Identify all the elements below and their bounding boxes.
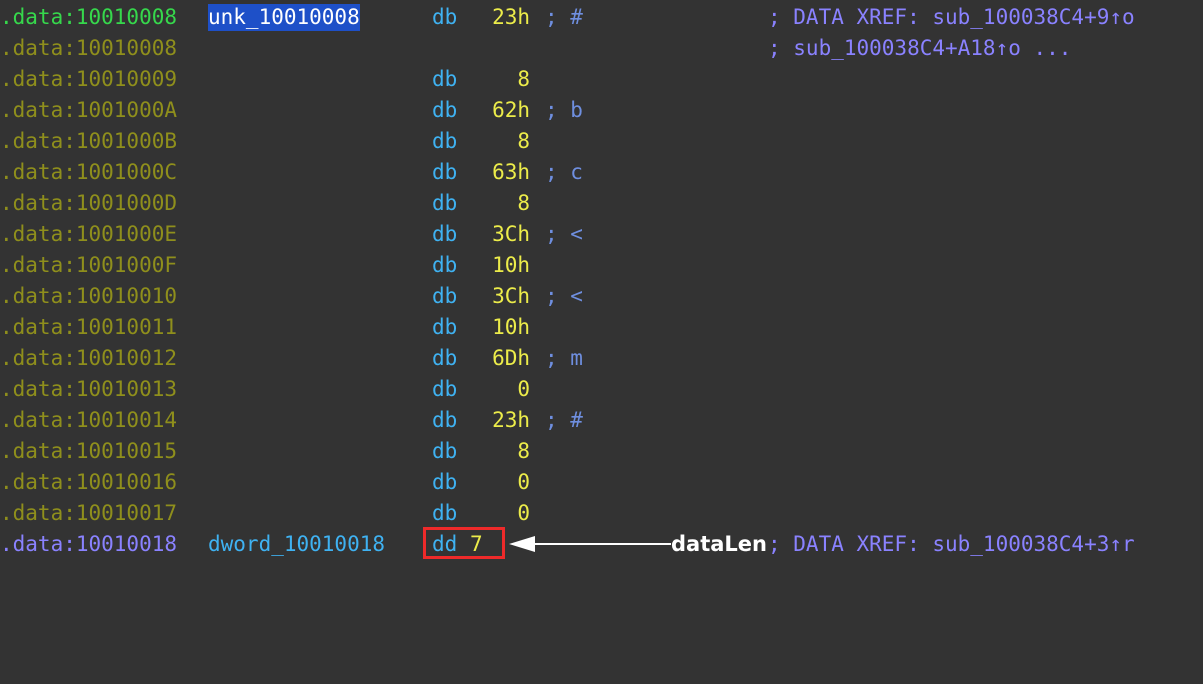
operand[interactable]: 8 — [460, 436, 530, 467]
address: .data:1001000C — [0, 160, 178, 184]
mnemonic: db — [432, 377, 458, 401]
operand[interactable]: 8 — [460, 126, 530, 157]
listing-row[interactable]: .data:10010009 db 8 — [0, 64, 1203, 95]
listing-row[interactable]: .data:10010010 db 3Ch ; < — [0, 281, 1203, 312]
address: .data:10010018 — [0, 532, 178, 556]
address: .data:10010013 — [0, 377, 178, 401]
address: .data:10010008 — [0, 5, 178, 29]
address: .data:10010008 — [0, 36, 178, 60]
mnemonic: db — [432, 222, 458, 246]
address: .data:1001000E — [0, 222, 178, 246]
highlight-box — [423, 527, 505, 559]
mnemonic: db — [432, 439, 458, 463]
listing-row[interactable]: .data:10010008 unk_10010008 db 23h ; # ;… — [0, 2, 1203, 33]
listing-row[interactable]: .data:1001000D db 8 — [0, 188, 1203, 219]
listing-row[interactable]: .data:1001000F db 10h — [0, 250, 1203, 281]
listing-row[interactable]: .data:10010013 db 0 — [0, 374, 1203, 405]
operand[interactable]: 6Dh — [460, 343, 530, 374]
address: .data:1001000A — [0, 98, 178, 122]
listing-row[interactable]: .data:10010008 ; sub_100038C4+A18↑o ... — [0, 33, 1203, 64]
mnemonic: db — [432, 408, 458, 432]
address: .data:10010015 — [0, 439, 178, 463]
listing-row[interactable]: .data:1001000A db 62h ; b — [0, 95, 1203, 126]
mnemonic: db — [432, 501, 458, 525]
operand[interactable]: 23h — [460, 405, 530, 436]
address: .data:10010014 — [0, 408, 178, 432]
comment: ; b — [545, 98, 583, 122]
listing-row[interactable]: .data:1001000E db 3Ch ; < — [0, 219, 1203, 250]
address: .data:1001000D — [0, 191, 178, 215]
address: .data:1001000F — [0, 253, 178, 277]
operand[interactable]: 8 — [460, 64, 530, 95]
xref-comment[interactable]: ; DATA XREF: sub_100038C4+3↑r — [768, 529, 1135, 560]
address: .data:10010009 — [0, 67, 178, 91]
mnemonic: db — [432, 253, 458, 277]
operand[interactable]: 3Ch — [460, 219, 530, 250]
address: .data:10010010 — [0, 284, 178, 308]
mnemonic: db — [432, 346, 458, 370]
listing-row[interactable]: .data:10010014 db 23h ; # — [0, 405, 1203, 436]
listing-row[interactable]: .data:1001000B db 8 — [0, 126, 1203, 157]
comment: ; c — [545, 160, 583, 184]
xref-comment[interactable]: ; DATA XREF: sub_100038C4+9↑o — [768, 2, 1135, 33]
operand[interactable]: 3Ch — [460, 281, 530, 312]
annotation-label: dataLen — [671, 532, 767, 556]
operand[interactable]: 0 — [460, 374, 530, 405]
comment: ; < — [545, 222, 583, 246]
operand[interactable]: 10h — [460, 250, 530, 281]
listing-row[interactable]: .data:10010012 db 6Dh ; m — [0, 343, 1203, 374]
operand[interactable]: 23h — [460, 2, 530, 33]
operand[interactable]: 62h — [460, 95, 530, 126]
operand[interactable]: 10h — [460, 312, 530, 343]
mnemonic: db — [432, 470, 458, 494]
mnemonic: db — [432, 129, 458, 153]
listing-row[interactable]: .data:10010016 db 0 — [0, 467, 1203, 498]
mnemonic: db — [432, 315, 458, 339]
address: .data:10010017 — [0, 501, 178, 525]
listing-row[interactable]: .data:10010015 db 8 — [0, 436, 1203, 467]
comment: ; < — [545, 284, 583, 308]
address: .data:1001000B — [0, 129, 178, 153]
operand[interactable]: 0 — [460, 467, 530, 498]
label-dword-10010018[interactable]: dword_10010018 — [208, 529, 385, 560]
xref-comment[interactable]: ; sub_100038C4+A18↑o ... — [768, 33, 1071, 64]
mnemonic: db — [432, 160, 458, 184]
address: .data:10010016 — [0, 470, 178, 494]
mnemonic: db — [432, 191, 458, 215]
comment: ; # — [545, 408, 583, 432]
mnemonic: db — [432, 5, 458, 29]
operand[interactable]: 63h — [460, 157, 530, 188]
label-unk-10010008[interactable]: unk_10010008 — [208, 4, 360, 31]
listing-row[interactable]: .data:10010011 db 10h — [0, 312, 1203, 343]
address: .data:10010011 — [0, 315, 178, 339]
address: .data:10010012 — [0, 346, 178, 370]
mnemonic: db — [432, 284, 458, 308]
comment: ; # — [545, 5, 583, 29]
listing-row[interactable]: .data:10010017 db 0 — [0, 498, 1203, 529]
operand[interactable]: 8 — [460, 188, 530, 219]
mnemonic: db — [432, 98, 458, 122]
mnemonic: db — [432, 67, 458, 91]
operand[interactable]: 0 — [460, 498, 530, 529]
left-arrow-icon — [509, 536, 671, 552]
disassembly-listing[interactable]: .data:10010008 unk_10010008 db 23h ; # ;… — [0, 0, 1203, 566]
comment: ; m — [545, 346, 583, 370]
listing-row[interactable]: .data:1001000C db 63h ; c — [0, 157, 1203, 188]
